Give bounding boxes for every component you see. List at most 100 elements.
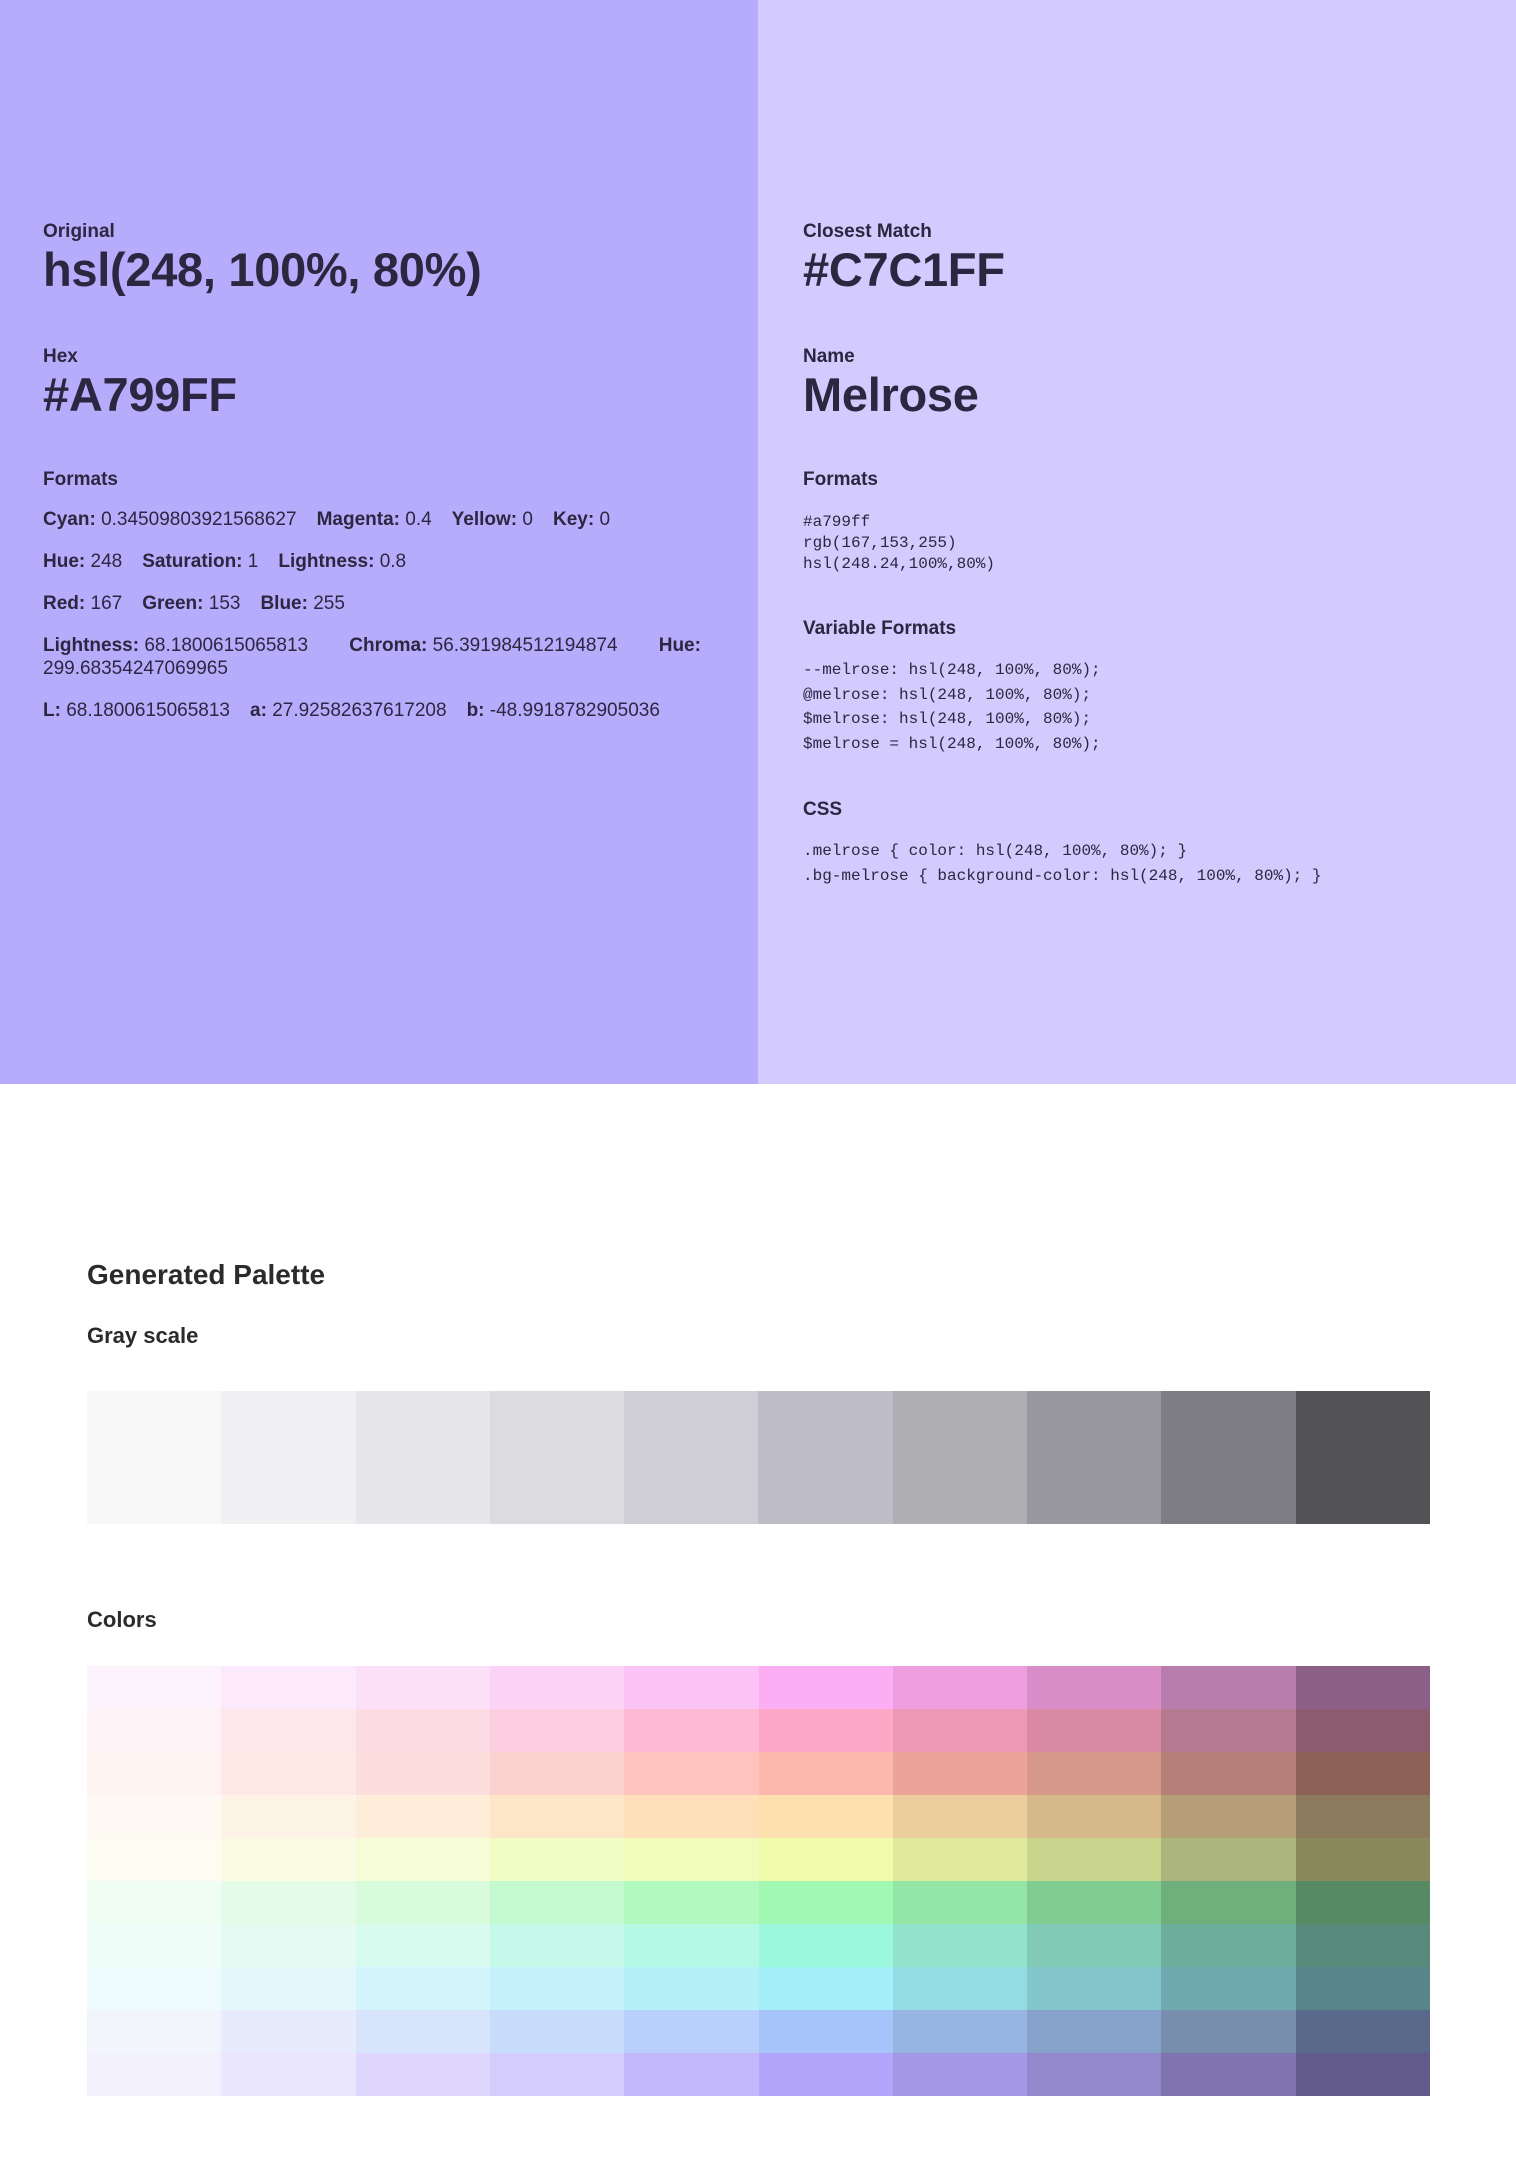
color-swatch[interactable] bbox=[892, 2053, 1028, 2096]
color-swatch[interactable] bbox=[355, 2053, 490, 2096]
color-swatch[interactable] bbox=[758, 1924, 893, 1967]
color-swatch[interactable] bbox=[355, 1881, 490, 1924]
color-swatch[interactable] bbox=[892, 1838, 1028, 1881]
color-swatch[interactable] bbox=[758, 1709, 893, 1752]
color-swatch[interactable] bbox=[1295, 2010, 1430, 2053]
color-swatch[interactable] bbox=[87, 1924, 222, 1967]
color-swatch[interactable] bbox=[1295, 1752, 1430, 1795]
color-swatch[interactable] bbox=[1161, 1838, 1296, 1881]
color-swatch[interactable] bbox=[1161, 1924, 1296, 1967]
color-swatch[interactable] bbox=[892, 1709, 1028, 1752]
color-swatch[interactable] bbox=[1027, 1666, 1162, 1709]
color-swatch[interactable] bbox=[892, 1967, 1028, 2010]
gray-swatch[interactable] bbox=[758, 1391, 893, 1524]
color-swatch[interactable] bbox=[624, 1795, 759, 1838]
gray-swatch[interactable] bbox=[355, 1391, 490, 1524]
gray-swatch[interactable] bbox=[489, 1391, 625, 1524]
color-swatch[interactable] bbox=[87, 1709, 222, 1752]
color-swatch[interactable] bbox=[758, 1838, 893, 1881]
color-swatch[interactable] bbox=[87, 1838, 222, 1881]
color-swatch[interactable] bbox=[1295, 1967, 1430, 2010]
color-swatch[interactable] bbox=[355, 1795, 490, 1838]
gray-swatch[interactable] bbox=[87, 1391, 222, 1524]
color-swatch[interactable] bbox=[1027, 1752, 1162, 1795]
color-swatch[interactable] bbox=[489, 1838, 625, 1881]
color-swatch[interactable] bbox=[489, 1709, 625, 1752]
color-swatch[interactable] bbox=[1161, 1752, 1296, 1795]
color-swatch[interactable] bbox=[221, 1709, 356, 1752]
color-swatch[interactable] bbox=[758, 1666, 893, 1709]
color-swatch[interactable] bbox=[489, 2010, 625, 2053]
color-swatch[interactable] bbox=[221, 1924, 356, 1967]
gray-swatch[interactable] bbox=[221, 1391, 356, 1524]
color-swatch[interactable] bbox=[1027, 1709, 1162, 1752]
color-swatch[interactable] bbox=[1161, 1795, 1296, 1838]
color-swatch[interactable] bbox=[1295, 1838, 1430, 1881]
color-swatch[interactable] bbox=[355, 1967, 490, 2010]
gray-swatch[interactable] bbox=[624, 1391, 759, 1524]
color-swatch[interactable] bbox=[624, 1838, 759, 1881]
color-swatch[interactable] bbox=[87, 2010, 222, 2053]
color-swatch[interactable] bbox=[489, 1666, 625, 1709]
color-swatch[interactable] bbox=[1295, 1881, 1430, 1924]
color-swatch[interactable] bbox=[355, 1838, 490, 1881]
color-swatch[interactable] bbox=[1161, 2053, 1296, 2096]
color-swatch[interactable] bbox=[624, 1967, 759, 2010]
color-swatch[interactable] bbox=[624, 1709, 759, 1752]
color-swatch[interactable] bbox=[489, 1752, 625, 1795]
color-swatch[interactable] bbox=[221, 1881, 356, 1924]
color-swatch[interactable] bbox=[624, 1881, 759, 1924]
color-swatch[interactable] bbox=[355, 1752, 490, 1795]
color-swatch[interactable] bbox=[489, 1967, 625, 2010]
color-swatch[interactable] bbox=[892, 1666, 1028, 1709]
color-swatch[interactable] bbox=[489, 2053, 625, 2096]
gray-swatch[interactable] bbox=[1027, 1391, 1162, 1524]
color-swatch[interactable] bbox=[758, 1967, 893, 2010]
color-swatch[interactable] bbox=[624, 2053, 759, 2096]
color-swatch[interactable] bbox=[489, 1881, 625, 1924]
color-swatch[interactable] bbox=[758, 1795, 893, 1838]
color-swatch[interactable] bbox=[758, 2053, 893, 2096]
color-swatch[interactable] bbox=[758, 1881, 893, 1924]
color-swatch[interactable] bbox=[624, 1752, 759, 1795]
color-swatch[interactable] bbox=[1027, 1967, 1162, 2010]
color-swatch[interactable] bbox=[489, 1795, 625, 1838]
color-swatch[interactable] bbox=[221, 1838, 356, 1881]
color-swatch[interactable] bbox=[624, 1924, 759, 1967]
color-swatch[interactable] bbox=[87, 1795, 222, 1838]
color-swatch[interactable] bbox=[758, 1752, 893, 1795]
color-swatch[interactable] bbox=[1161, 1967, 1296, 2010]
color-swatch[interactable] bbox=[1161, 1709, 1296, 1752]
color-swatch[interactable] bbox=[1295, 1795, 1430, 1838]
color-swatch[interactable] bbox=[892, 1752, 1028, 1795]
color-swatch[interactable] bbox=[1295, 2053, 1430, 2096]
color-swatch[interactable] bbox=[1027, 1881, 1162, 1924]
color-swatch[interactable] bbox=[87, 1666, 222, 1709]
color-swatch[interactable] bbox=[87, 1967, 222, 2010]
color-swatch[interactable] bbox=[1161, 2010, 1296, 2053]
gray-swatch[interactable] bbox=[1295, 1391, 1430, 1524]
color-swatch[interactable] bbox=[892, 1881, 1028, 1924]
color-swatch[interactable] bbox=[892, 1795, 1028, 1838]
color-swatch[interactable] bbox=[1295, 1924, 1430, 1967]
color-swatch[interactable] bbox=[221, 1795, 356, 1838]
color-swatch[interactable] bbox=[892, 2010, 1028, 2053]
color-swatch[interactable] bbox=[221, 2053, 356, 2096]
color-swatch[interactable] bbox=[1027, 2053, 1162, 2096]
color-swatch[interactable] bbox=[221, 1752, 356, 1795]
color-swatch[interactable] bbox=[87, 1881, 222, 1924]
color-swatch[interactable] bbox=[1027, 1838, 1162, 1881]
color-swatch[interactable] bbox=[624, 1666, 759, 1709]
color-swatch[interactable] bbox=[1027, 1795, 1162, 1838]
color-swatch[interactable] bbox=[1027, 1924, 1162, 1967]
color-swatch[interactable] bbox=[489, 1924, 625, 1967]
color-swatch[interactable] bbox=[624, 2010, 759, 2053]
gray-swatch[interactable] bbox=[1161, 1391, 1296, 1524]
color-swatch[interactable] bbox=[355, 1924, 490, 1967]
color-swatch[interactable] bbox=[355, 1709, 490, 1752]
color-swatch[interactable] bbox=[355, 2010, 490, 2053]
color-swatch[interactable] bbox=[221, 2010, 356, 2053]
color-swatch[interactable] bbox=[1295, 1666, 1430, 1709]
color-swatch[interactable] bbox=[1027, 2010, 1162, 2053]
color-swatch[interactable] bbox=[1295, 1709, 1430, 1752]
